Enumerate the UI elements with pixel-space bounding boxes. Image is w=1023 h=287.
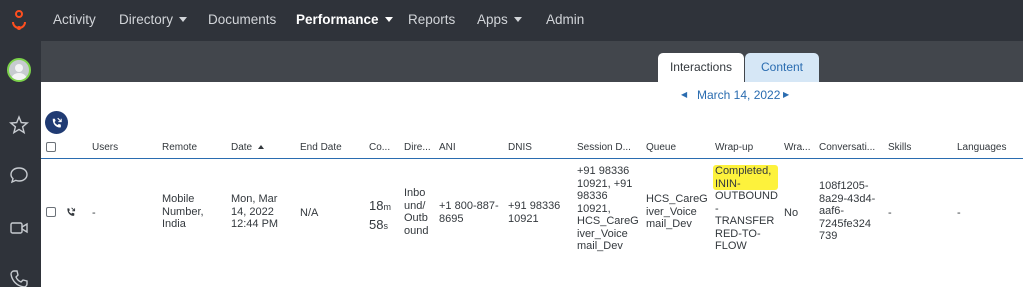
chevron-down-icon — [384, 17, 393, 22]
phone-transfer-icon — [52, 117, 62, 128]
cell-date: Mon, Mar 14, 2022 12:44 PM — [231, 193, 279, 230]
cell-remote: Mobile Number, India — [162, 193, 204, 230]
phone-transfer-icon — [67, 207, 76, 216]
cell-wra: No — [784, 207, 799, 219]
sort-ascending-icon — [258, 145, 265, 149]
tab-interactions[interactable]: Interactions — [658, 53, 744, 83]
cell-duration: 18m 58s — [369, 198, 391, 232]
user-icon — [11, 64, 27, 80]
cell-skills: - — [888, 207, 892, 219]
column-wrapup[interactable]: Wrap-up — [715, 142, 753, 153]
genesys-logo[interactable] — [8, 8, 30, 32]
column-duration[interactable]: Co... — [369, 142, 390, 153]
cell-users: - — [92, 207, 96, 219]
column-skills[interactable]: Skills — [888, 142, 911, 153]
column-queue[interactable]: Queue — [646, 142, 676, 153]
column-ani[interactable]: ANI — [439, 142, 456, 153]
call-button[interactable] — [45, 111, 68, 134]
chevron-down-icon — [513, 17, 522, 22]
cell-dnis: +91 98336 10921 — [508, 200, 561, 225]
chat-icon[interactable] — [9, 165, 29, 185]
nav-reports[interactable]: Reports — [408, 12, 455, 27]
chevron-down-icon — [179, 17, 188, 22]
nav-activity[interactable]: Activity — [53, 12, 96, 27]
column-conversation[interactable]: Conversati... — [819, 142, 875, 153]
column-remote[interactable]: Remote — [162, 142, 197, 153]
nav-performance[interactable]: Performance — [296, 12, 393, 27]
star-icon[interactable] — [9, 115, 29, 135]
column-session[interactable]: Session D... — [577, 142, 631, 153]
next-date-icon[interactable]: ▶ — [783, 90, 789, 99]
column-users[interactable]: Users — [92, 142, 118, 153]
cell-languages: - — [957, 207, 961, 219]
select-all-checkbox[interactable] — [46, 142, 56, 152]
video-icon[interactable] — [9, 218, 29, 238]
column-dnis[interactable]: DNIS — [508, 142, 532, 153]
cell-queue: HCS_CareG iver_Voice mail_Dev — [646, 193, 708, 230]
column-wra[interactable]: Wra... — [784, 142, 810, 153]
cell-ani: +1 800-887- 8695 — [439, 200, 499, 225]
date-navigator: ◀ March 14, 2022 ▶ — [41, 82, 1023, 108]
top-nav: Activity Directory Documents Performance… — [0, 0, 1023, 41]
table-header: Users Remote Date End Date Co... Dire...… — [41, 137, 1023, 159]
app: Activity Directory Documents Performance… — [0, 0, 1023, 287]
nav-documents[interactable]: Documents — [208, 12, 276, 27]
side-rail — [0, 41, 41, 287]
column-end-date[interactable]: End Date — [300, 142, 342, 153]
cell-wrapup: Completed, ININ- OUTBOUND - TRANSFER RED-TO-… — [713, 165, 778, 252]
nav-directory[interactable]: Directory — [119, 12, 188, 27]
nav-admin[interactable]: Admin — [546, 12, 584, 27]
column-languages[interactable]: Languages — [957, 142, 1007, 153]
column-date[interactable]: Date — [231, 142, 265, 153]
wrapup-highlight: Completed, ININ- — [713, 165, 778, 190]
cell-conversation[interactable]: 108f1205- 8a29-43d4- aaf6- 7245fe324 739 — [819, 180, 875, 243]
tab-content[interactable]: Content — [745, 53, 819, 83]
previous-date-icon[interactable]: ◀ — [681, 90, 687, 99]
cell-end-date: N/A — [300, 207, 319, 219]
cell-session: +91 98336 10921, +91 98336 10921, HCS_CareG i… — [577, 165, 639, 252]
phone-icon[interactable] — [9, 269, 29, 287]
table-row[interactable]: - Mobile Number, India Mon, Mar 14, 2022 12:… — [41, 160, 1023, 287]
row-checkbox[interactable] — [46, 207, 56, 217]
nav-apps[interactable]: Apps — [477, 12, 522, 27]
date-label[interactable]: March 14, 2022 — [697, 88, 780, 102]
cell-direction: Inbo und/Outb ound — [404, 187, 429, 237]
tab-band: Interactions Content — [41, 41, 1023, 83]
avatar[interactable] — [7, 58, 31, 82]
column-direction[interactable]: Dire... — [404, 142, 431, 153]
